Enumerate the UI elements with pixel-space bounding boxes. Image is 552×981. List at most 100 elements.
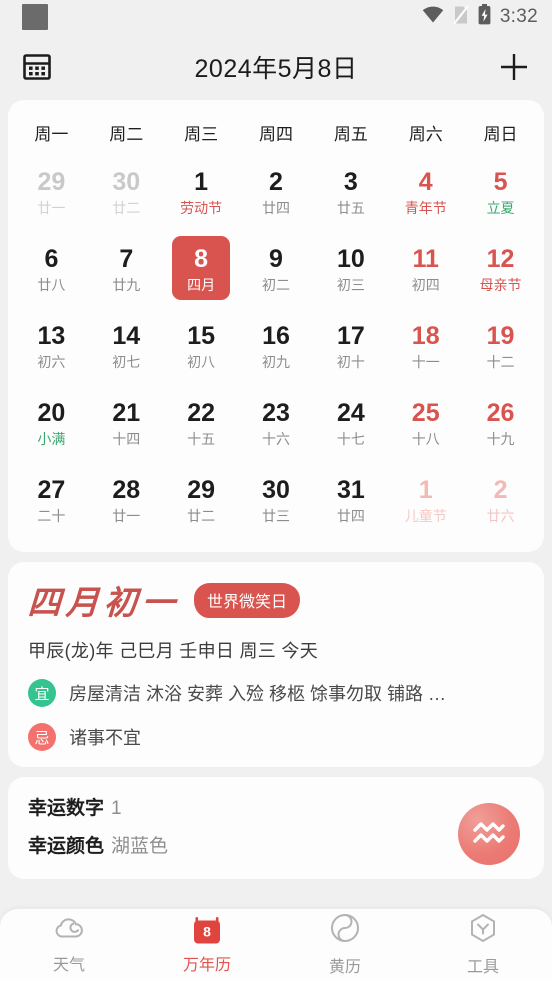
calendar-day-cell[interactable]: 18 十一 (388, 309, 463, 386)
calendar-day-cell[interactable]: 9 初二 (239, 232, 314, 309)
calendar-icon-day-number: 8 (203, 923, 211, 939)
day-lunar-label: 廿二 (187, 508, 216, 525)
day-lunar-label: 廿一 (112, 508, 141, 525)
day-number: 16 (262, 321, 290, 350)
aquarius-icon[interactable] (458, 803, 520, 865)
day-number: 2 (493, 475, 508, 504)
calendar-day-cell[interactable]: 29 廿二 (164, 463, 239, 540)
day-lunar-label: 廿四 (336, 508, 365, 525)
lucky-number-value: 1 (111, 798, 122, 819)
calendar-day-cell[interactable]: 19 十二 (463, 309, 538, 386)
plus-icon[interactable] (498, 51, 530, 83)
day-number: 30 (112, 167, 141, 196)
day-number: 22 (187, 398, 216, 427)
nav-item-tools[interactable]: 工具 (414, 913, 552, 977)
nav-label-calendar: 万年历 (182, 956, 231, 974)
no-sim-icon (452, 4, 469, 30)
calendar-day-cell[interactable]: 27 二十 (14, 463, 89, 540)
calendar-day-cell[interactable]: 20 小满 (14, 386, 89, 463)
calendar-day-cell[interactable]: 6 廿八 (14, 232, 89, 309)
calendar-day-cell[interactable]: 2 廿四 (239, 155, 314, 232)
day-number: 30 (262, 475, 290, 504)
day-number: 11 (412, 244, 439, 273)
day-number: 29 (187, 475, 216, 504)
calendar-day-cell[interactable]: 29 廿一 (14, 155, 89, 232)
weekday-label: 周五 (333, 125, 368, 144)
calendar-grid: 29 廿一 30 廿二 1 劳动节 2 廿四 3 廿五 4 青年节 5 立夏 6 廿八 7 廿九 8 四月 9 初二 10 初… (14, 155, 538, 540)
ji-row[interactable]: 忌 诸事不宜 (28, 723, 524, 751)
calendar-day-cell[interactable]: 26 十九 (463, 386, 538, 463)
calendar-day-cell[interactable]: 5 立夏 (463, 155, 538, 232)
day-lunar-label: 初七 (112, 354, 141, 371)
day-number: 17 (336, 321, 365, 350)
day-number: 23 (262, 398, 290, 427)
weekday-label: 周四 (258, 125, 293, 144)
calendar-view-icon[interactable] (22, 52, 52, 82)
weekday-label: 周二 (109, 125, 144, 144)
lucky-number-line: 幸运数字 1 (28, 793, 524, 820)
calendar-day-cell[interactable]: 10 初三 (313, 232, 388, 309)
calendar-day-cell[interactable]: 11 初四 (388, 232, 463, 309)
calendar-day-cell[interactable]: 15 初八 (164, 309, 239, 386)
calendar-day-cell[interactable]: 28 廿一 (89, 463, 164, 540)
calendar-day-cell[interactable]: 21 十四 (89, 386, 164, 463)
lunar-detail-card[interactable]: 四月初一 世界微笑日 甲辰(龙)年 己巳月 壬申日 周三 今天 宜 房屋清洁 沐… (8, 562, 544, 767)
calendar-day-cell[interactable]: 24 十七 (313, 386, 388, 463)
day-number: 31 (336, 475, 365, 504)
calendar-day-cell[interactable]: 2 廿六 (463, 463, 538, 540)
day-number: 29 (37, 167, 66, 196)
day-lunar-label: 立夏 (486, 200, 515, 217)
day-lunar-label: 四月 (187, 277, 216, 294)
day-number: 4 (418, 167, 433, 196)
yi-badge-icon: 宜 (28, 679, 56, 707)
calendar-day-cell[interactable]: 16 初九 (239, 309, 314, 386)
calendar-day-cell[interactable]: 30 廿三 (239, 463, 314, 540)
calendar-day-cell[interactable]: 3 廿五 (313, 155, 388, 232)
calendar-day-cell[interactable]: 13 初六 (14, 309, 89, 386)
ji-text: 诸事不宜 (69, 728, 141, 748)
calendar-day-cell[interactable]: 17 初十 (313, 309, 388, 386)
calendar-day-cell[interactable]: 8 四月 (164, 232, 239, 309)
yinyang-icon (330, 913, 360, 948)
wifi-icon (422, 6, 444, 28)
nav-item-almanac[interactable]: 黄历 (276, 913, 414, 977)
lucky-color-label: 幸运颜色 (28, 836, 105, 857)
nav-item-weather[interactable]: 天气 (0, 915, 138, 975)
calendar-day-cell[interactable]: 23 十六 (239, 386, 314, 463)
day-number: 18 (411, 321, 440, 350)
lunar-headline: 四月初一 世界微笑日 (26, 576, 524, 624)
calendar-day-cell[interactable]: 1 劳动节 (164, 155, 239, 232)
calendar-day-cell[interactable]: 12 母亲节 (463, 232, 538, 309)
calendar-day-cell[interactable]: 30 廿二 (89, 155, 164, 232)
day-lunar-label: 十五 (187, 431, 216, 448)
calendar-day-cell[interactable]: 7 廿九 (89, 232, 164, 309)
day-number: 13 (37, 321, 66, 350)
calendar-day-cell[interactable]: 1 儿童节 (388, 463, 463, 540)
day-number: 20 (37, 398, 66, 427)
day-lunar-label: 初四 (411, 277, 440, 294)
day-lunar-label: 廿四 (261, 200, 290, 217)
status-left-indicator (22, 4, 48, 30)
calendar-day-cell[interactable]: 4 青年节 (388, 155, 463, 232)
yi-row[interactable]: 宜 房屋清洁 沐浴 安葬 入殓 移柩 馀事勿取 铺路 … (28, 679, 524, 707)
lucky-color-value: 湖蓝色 (111, 836, 169, 857)
lunar-date-text: 四月初一 (26, 586, 181, 622)
day-lunar-label: 十四 (112, 431, 141, 448)
calendar-day-cell[interactable]: 14 初七 (89, 309, 164, 386)
day-number: 10 (336, 244, 365, 273)
page-title: 2024年5月8日 (194, 55, 358, 83)
calendar-day-cell[interactable]: 31 廿四 (313, 463, 388, 540)
nav-label-tools: 工具 (466, 959, 499, 976)
day-number: 5 (493, 167, 508, 196)
calendar-day-cell[interactable]: 25 十八 (388, 386, 463, 463)
day-lunar-label: 儿童节 (404, 508, 447, 525)
day-lunar-label: 十一 (411, 354, 440, 371)
day-lunar-label: 十六 (261, 431, 290, 448)
weekday-label: 周三 (184, 125, 219, 144)
weekday-label: 周一 (34, 125, 69, 144)
day-number: 2 (269, 167, 283, 196)
calendar-day-cell[interactable]: 22 十五 (164, 386, 239, 463)
nav-item-calendar[interactable]: 8 万年历 (138, 916, 276, 975)
day-lunar-label: 青年节 (404, 200, 447, 217)
lucky-info-card[interactable]: 幸运数字 1 幸运颜色 湖蓝色 (8, 777, 544, 879)
